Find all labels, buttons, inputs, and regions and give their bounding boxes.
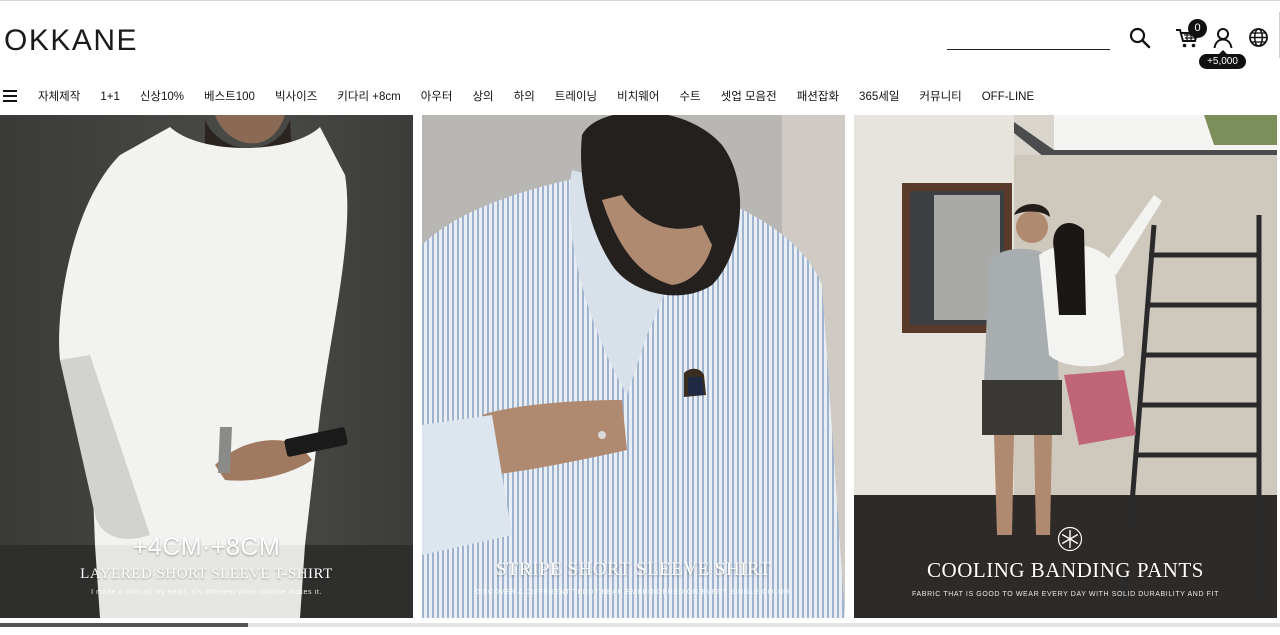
banner-caption: STRIPE SHORT SLEEVE SHIRT DISCOVER A DIF… [422,559,845,596]
banner-subtitle: DISCOVER A DIFFERENT TEDDY BEAR EMBROIDE… [474,589,793,596]
banner-cooling-pants[interactable]: COOLING BANDING PANTS FABRIC THAT IS GOO… [854,115,1277,618]
nav-item[interactable]: 1+1 [100,89,120,105]
nav-item[interactable]: 365세일 [859,89,899,105]
top-border [0,0,1280,1]
nav-item[interactable]: 비치웨어 [617,89,659,105]
banner-title: STRIPE SHORT SLEEVE SHIRT [495,559,772,580]
nav-item[interactable]: 신상10% [140,89,184,105]
nav-item[interactable]: 빅사이즈 [275,89,317,105]
banner-title: LAYERED SHORT SLEEVE T-SHIRT [80,566,333,582]
banner-caption: COOLING BANDING PANTS FABRIC THAT IS GOO… [854,558,1277,598]
carousel-scrollbar-thumb[interactable] [0,623,248,627]
nav-item[interactable]: 자체제작 [38,89,80,105]
user-icon[interactable] [1212,27,1234,49]
banner-caption: +4CM·+8CM LAYERED SHORT SLEEVE T-SHIRT I… [0,533,413,596]
nav-item[interactable]: 키다리 +8cm [337,89,400,105]
banner-subtitle: I made it with all my heart, it's differ… [91,589,322,596]
snowflake-icon [1057,526,1083,552]
banner-title: COOLING BANDING PANTS [927,558,1204,582]
banner-photo-shirt [422,115,845,618]
banner-title-top: +4CM·+8CM [132,533,281,561]
category-nav: 자체제작 1+1 신상10% 베스트100 빅사이즈 키다리 +8cm 아우터 … [38,89,1054,105]
nav-item[interactable]: 하의 [514,89,535,105]
brand-logo[interactable]: OKKANE [4,24,138,58]
globe-icon[interactable] [1248,27,1269,48]
nav-item[interactable]: 상의 [472,89,493,105]
nav-item[interactable]: 패션잡화 [797,89,839,105]
cart-count-badge: 0 [1188,19,1207,38]
nav-item[interactable]: 트레이닝 [555,89,597,105]
nav-item[interactable]: 커뮤니티 [919,89,961,105]
menu-icon[interactable] [3,90,17,102]
nav-item[interactable]: OFF-LINE [982,89,1034,105]
carousel-scrollbar[interactable] [0,623,1280,627]
banner-subtitle: FABRIC THAT IS GOOD TO WEAR EVERY DAY WI… [912,591,1219,598]
points-badge: +5,000 [1199,50,1246,69]
banner-stripe-shirt[interactable]: STRIPE SHORT SLEEVE SHIRT DISCOVER A DIF… [422,115,845,618]
search-input[interactable] [947,28,1114,50]
nav-item[interactable]: 셋업 모음전 [721,89,777,105]
banner-layered-tshirt[interactable]: +4CM·+8CM LAYERED SHORT SLEEVE T-SHIRT I… [0,115,413,618]
banner-carousel: +4CM·+8CM LAYERED SHORT SLEEVE T-SHIRT I… [0,115,1280,618]
nav-item[interactable]: 수트 [679,89,700,105]
search-icon[interactable] [1129,27,1151,49]
search-underline [947,49,1110,50]
nav-item[interactable]: 아우터 [421,89,453,105]
nav-item[interactable]: 베스트100 [204,89,255,105]
